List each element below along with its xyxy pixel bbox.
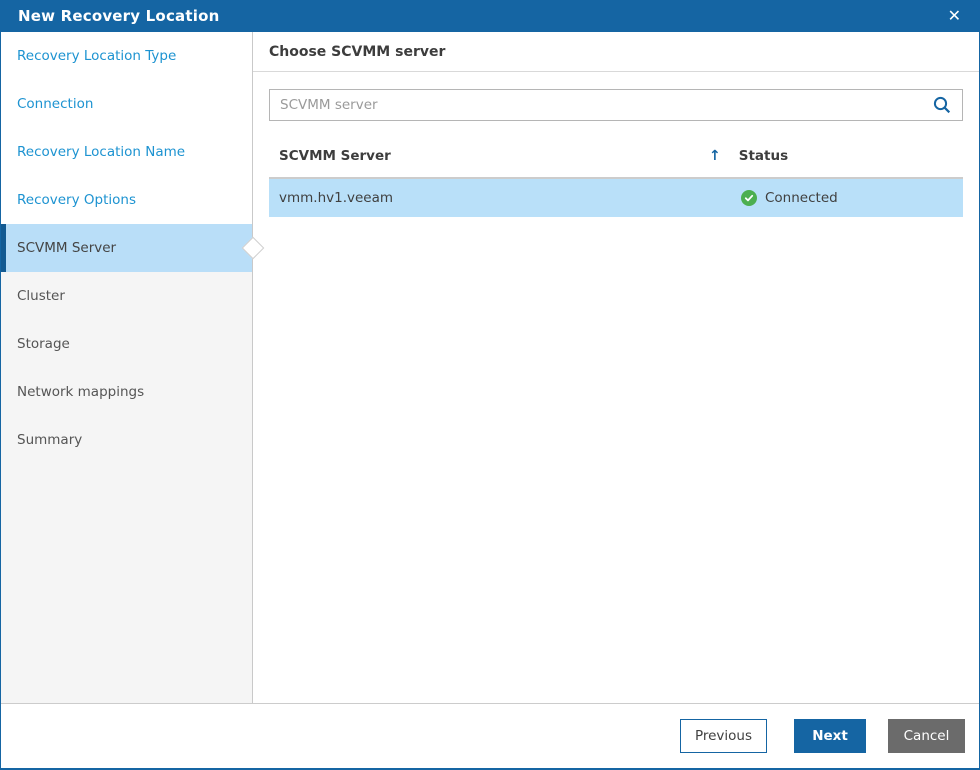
dialog-title: New Recovery Location <box>18 7 220 25</box>
sidebar-item-recovery-location-type[interactable]: Recovery Location Type <box>1 32 252 80</box>
step-label: Summary <box>17 432 83 448</box>
server-name-cell: vmm.hv1.veeam <box>279 190 394 206</box>
step-label: Recovery Location Name <box>17 144 186 160</box>
close-icon[interactable]: ✕ <box>944 6 965 26</box>
column-header-scvmm-server[interactable]: SCVMM Server <box>269 148 709 164</box>
step-label: SCVMM Server <box>17 240 117 256</box>
page-title: Choose SCVMM server <box>253 32 979 72</box>
search-icon[interactable] <box>933 96 951 114</box>
wizard-steps-sidebar: Recovery Location Type Connection Recove… <box>1 32 265 703</box>
sidebar-item-summary[interactable]: Summary <box>1 416 252 464</box>
step-label: Cluster <box>17 288 65 304</box>
step-content: Choose SCVMM server SCVMM Server ↑ Statu… <box>253 32 979 703</box>
title-bar: New Recovery Location ✕ <box>1 0 979 32</box>
search-row <box>253 72 979 135</box>
column-header-status[interactable]: Status <box>739 148 963 164</box>
step-label: Recovery Location Type <box>17 48 177 64</box>
sidebar-item-connection[interactable]: Connection <box>1 80 252 128</box>
sidebar-item-network-mappings[interactable]: Network mappings <box>1 368 252 416</box>
sidebar-item-recovery-location-name[interactable]: Recovery Location Name <box>1 128 252 176</box>
table-header-row: SCVMM Server ↑ Status <box>269 135 963 179</box>
step-label: Recovery Options <box>17 192 136 208</box>
search-input[interactable] <box>269 89 963 121</box>
scvmm-server-table: SCVMM Server ↑ Status vmm.hv1.veeam Conn… <box>253 135 979 217</box>
cancel-button[interactable]: Cancel <box>888 719 965 753</box>
step-label: Storage <box>17 336 70 352</box>
dialog-body: Recovery Location Type Connection Recove… <box>1 32 979 703</box>
new-recovery-location-dialog: New Recovery Location ✕ Recovery Locatio… <box>0 0 980 770</box>
sidebar-item-recovery-options[interactable]: Recovery Options <box>1 176 252 224</box>
status-badge: Connected <box>765 190 838 206</box>
table-row[interactable]: vmm.hv1.veeam Connected <box>269 179 963 217</box>
check-circle-icon <box>741 190 757 206</box>
sidebar-item-storage[interactable]: Storage <box>1 320 252 368</box>
previous-button[interactable]: Previous <box>680 719 767 753</box>
sidebar-item-cluster[interactable]: Cluster <box>1 272 252 320</box>
sidebar-item-scvmm-server[interactable]: SCVMM Server <box>1 224 265 272</box>
sort-ascending-icon[interactable]: ↑ <box>709 148 721 164</box>
step-label: Network mappings <box>17 384 145 400</box>
step-label: Connection <box>17 96 94 112</box>
footer-bar: Previous Next Cancel <box>1 703 979 768</box>
next-button[interactable]: Next <box>794 719 866 753</box>
status-cell: Connected <box>741 190 963 206</box>
